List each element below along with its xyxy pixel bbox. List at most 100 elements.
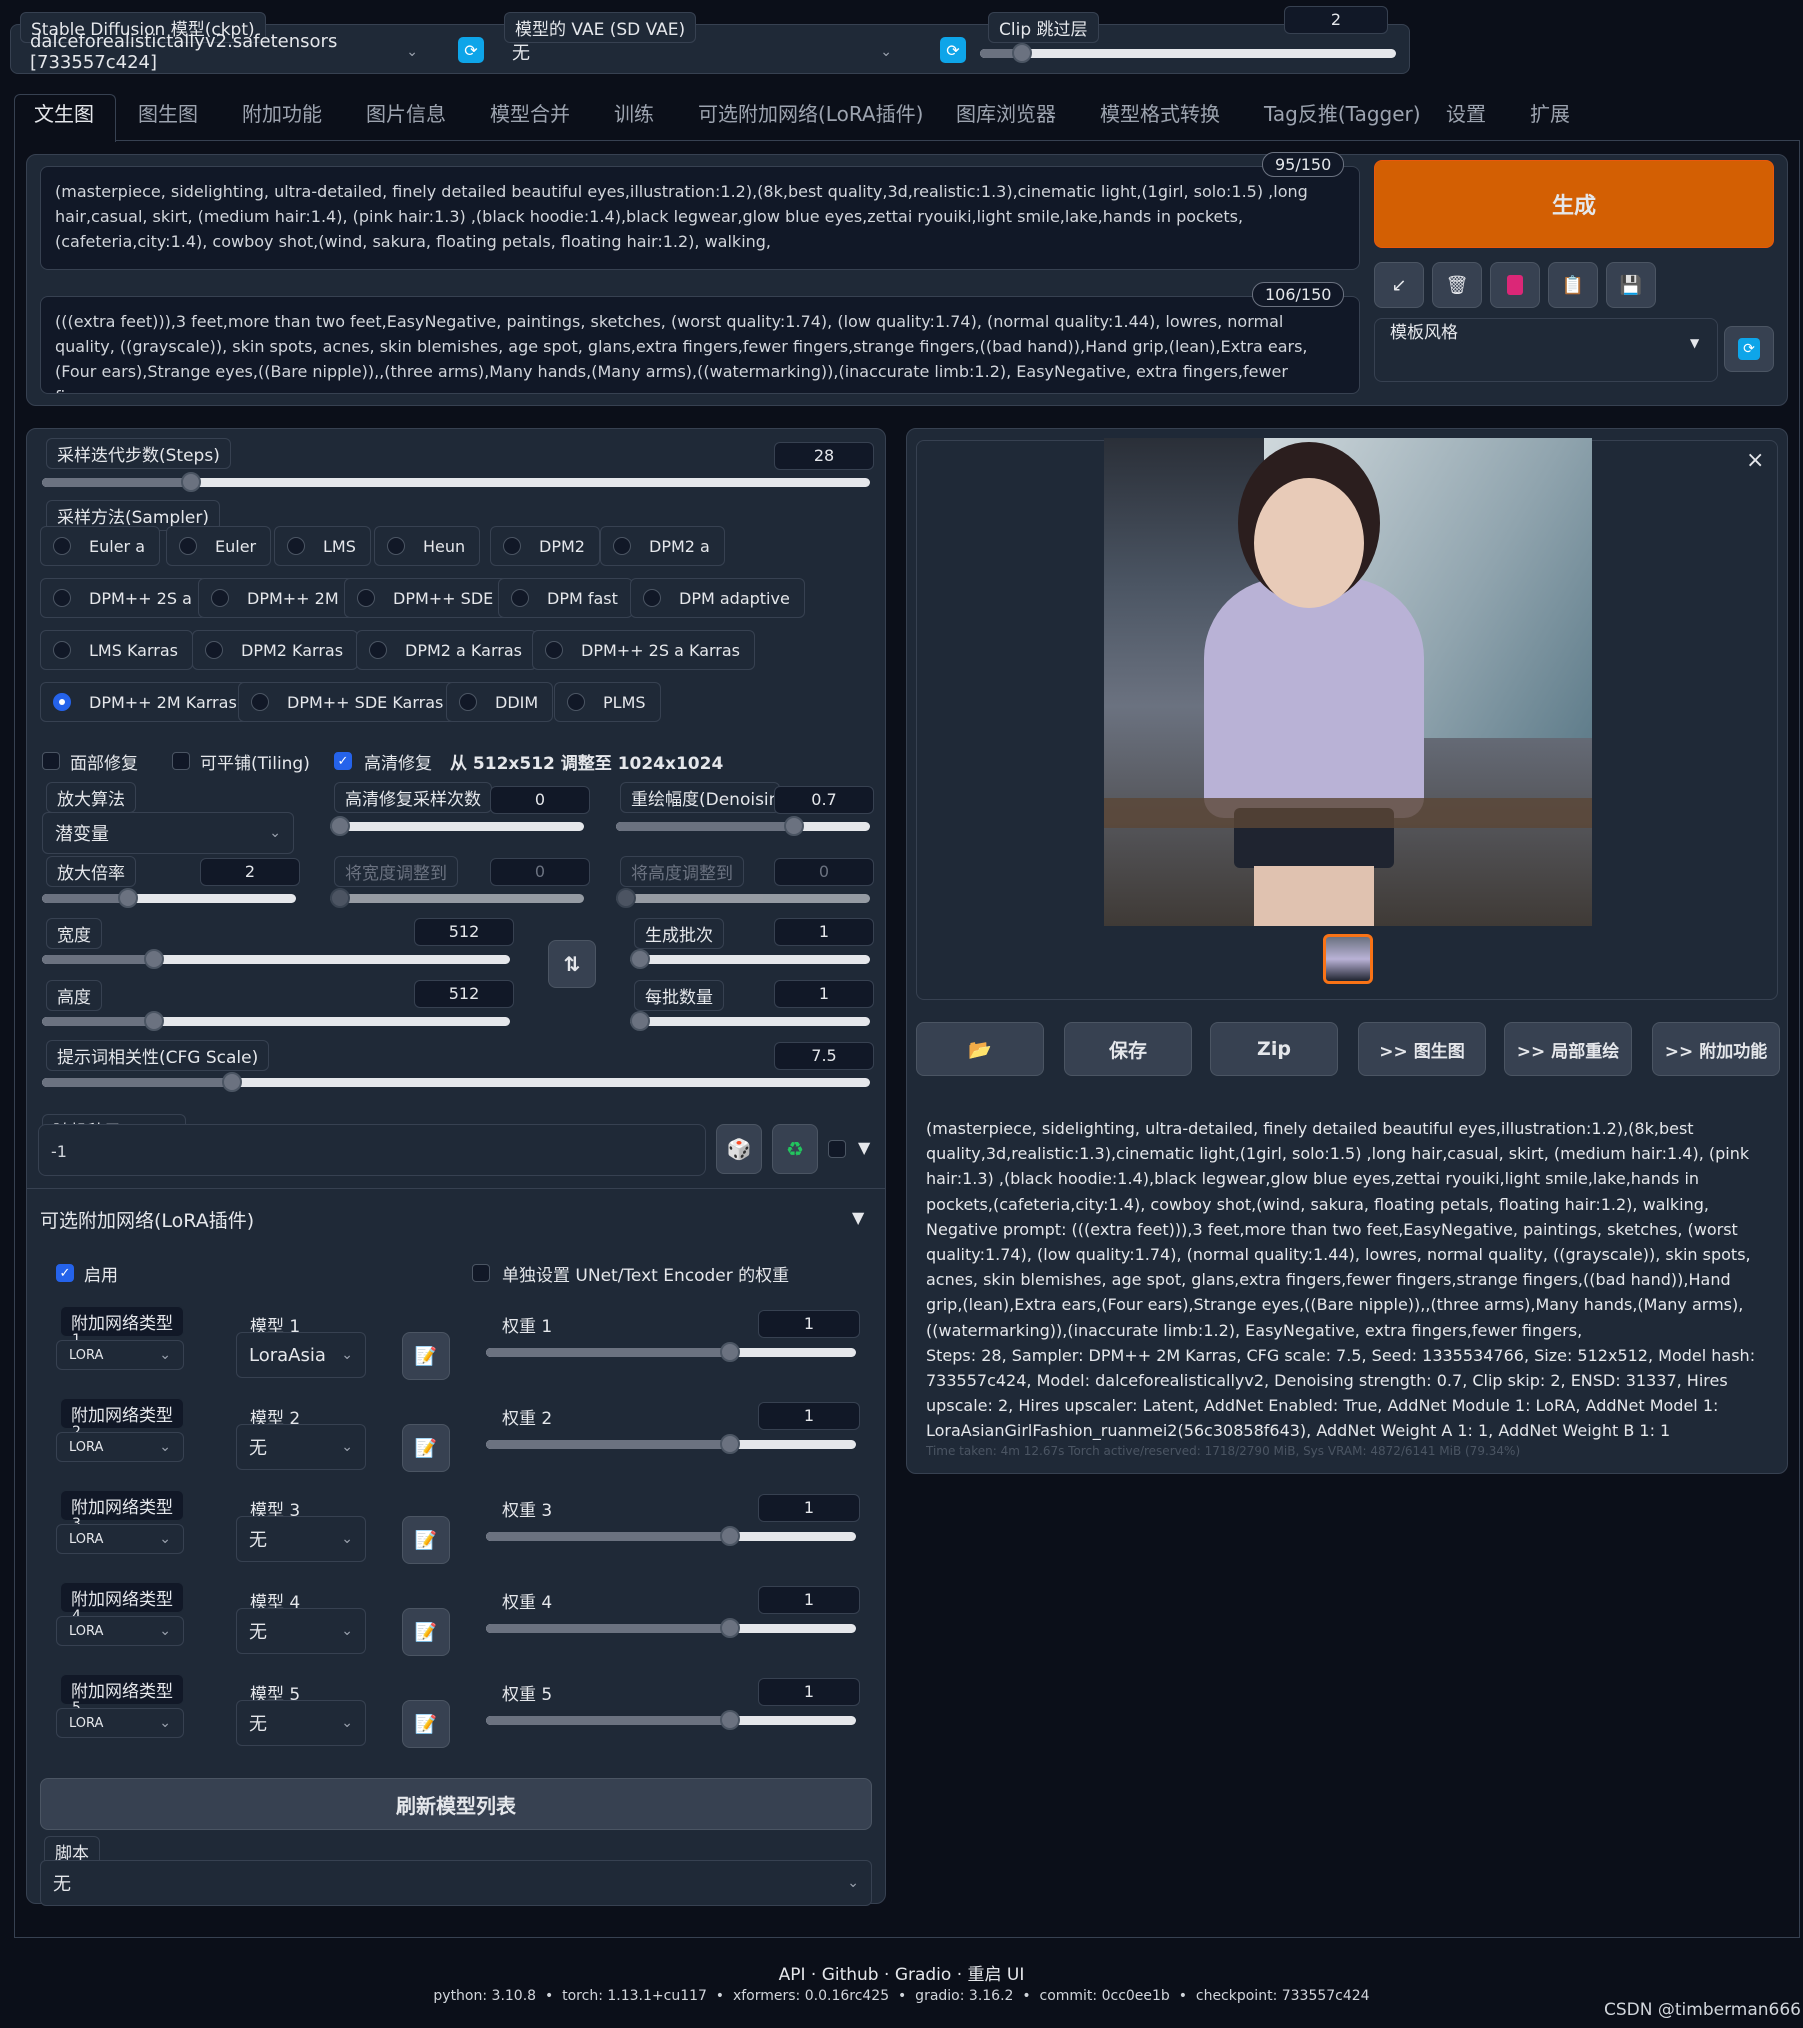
sampler-option[interactable]: DPM++ 2S a Karras xyxy=(532,630,756,670)
refresh-style-icon[interactable]: ⟳ xyxy=(1724,326,1774,372)
lora-title[interactable]: 可选附加网络(LoRA插件) xyxy=(40,1206,254,1233)
edit-doc-icon[interactable]: 📝 xyxy=(402,1424,450,1472)
lora-weight-value[interactable]: 1 xyxy=(758,1494,860,1522)
slider-thumb[interactable] xyxy=(616,888,636,908)
lora-weight-slider[interactable] xyxy=(486,1710,856,1730)
clip-slider[interactable] xyxy=(980,43,1396,63)
lora-weight-value[interactable]: 1 xyxy=(758,1310,860,1338)
resize-h-value[interactable]: 0 xyxy=(774,858,874,886)
tab-0[interactable]: 文生图 xyxy=(34,98,94,127)
tab-2[interactable]: 附加功能 xyxy=(242,98,322,127)
slider-thumb[interactable] xyxy=(330,816,350,836)
footer-links[interactable]: API · Github · Gradio · 重启 UI xyxy=(0,1960,1803,1985)
lora-weight-slider[interactable] xyxy=(486,1434,856,1454)
sampler-option[interactable]: DPM2 a Karras xyxy=(356,630,537,670)
sampler-option[interactable]: DPM adaptive xyxy=(630,578,805,618)
output-button-3[interactable]: >> 局部重绘 xyxy=(1504,1022,1632,1076)
image-thumbnail[interactable] xyxy=(1323,934,1373,984)
vae-select[interactable]: 无 ⌄ xyxy=(500,34,904,70)
sampler-option[interactable]: Euler a xyxy=(40,526,161,566)
lora-weight-value[interactable]: 1 xyxy=(758,1586,860,1614)
lora-type-select[interactable]: LoRA ⌄ xyxy=(56,1340,184,1370)
slider-thumb[interactable] xyxy=(783,816,804,836)
lora-model-select[interactable]: LoraAsia ⌄ xyxy=(236,1332,366,1378)
lora-weight-value[interactable]: 1 xyxy=(758,1678,860,1706)
tab-8[interactable]: 模型格式转换 xyxy=(1100,98,1220,127)
sampler-option[interactable]: PLMS xyxy=(554,682,661,722)
face-restore-checkbox[interactable] xyxy=(42,752,60,770)
negative-prompt-input[interactable]: (((extra feet))),3 feet,more than two fe… xyxy=(40,296,1360,394)
output-button-4[interactable]: >> 附加功能 xyxy=(1652,1022,1780,1076)
upscale-by-slider[interactable] xyxy=(42,888,296,908)
tiling-checkbox[interactable] xyxy=(172,752,190,770)
slider-thumb[interactable] xyxy=(330,888,350,908)
generated-image[interactable] xyxy=(1104,438,1592,926)
sampler-option[interactable]: LMS Karras xyxy=(40,630,193,670)
upscale-by-value[interactable]: 2 xyxy=(200,858,300,886)
height-slider[interactable] xyxy=(42,1011,510,1031)
sampler-option[interactable]: Heun xyxy=(374,526,481,566)
ckpt-select[interactable]: dalceforealistictallyv2.safetensors [733… xyxy=(18,31,430,73)
cfg-slider[interactable] xyxy=(42,1072,870,1092)
sampler-option[interactable]: DPM2 a xyxy=(600,526,725,566)
generate-button[interactable]: 生成 xyxy=(1374,160,1774,248)
slider-thumb[interactable] xyxy=(1011,43,1032,63)
resize-h-slider[interactable] xyxy=(616,888,870,908)
recycle-icon[interactable]: ♻ xyxy=(772,1124,818,1174)
sampler-option[interactable]: DPM2 Karras xyxy=(192,630,359,670)
slider-thumb[interactable] xyxy=(630,949,650,969)
tab-9[interactable]: Tag反推(Tagger) xyxy=(1264,98,1421,127)
tab-10[interactable]: 设置 xyxy=(1446,98,1486,127)
sampler-option[interactable]: DPM++ 2M Karras xyxy=(40,682,252,722)
refresh-model-list-button[interactable]: 刷新模型列表 xyxy=(40,1778,872,1830)
width-value[interactable]: 512 xyxy=(414,918,514,946)
sampler-option[interactable]: DDIM xyxy=(446,682,554,722)
lora-model-select[interactable]: 无 ⌄ xyxy=(236,1424,366,1470)
width-slider[interactable] xyxy=(42,949,510,969)
arrow-icon[interactable]: ↙ xyxy=(1374,262,1424,308)
sampler-option[interactable]: DPM++ SDE xyxy=(344,578,509,618)
lora-model-select[interactable]: 无 ⌄ xyxy=(236,1608,366,1654)
refresh-vae-icon[interactable]: ⟳ xyxy=(940,37,966,63)
lora-separate-checkbox[interactable] xyxy=(472,1264,490,1282)
positive-prompt-input[interactable]: (masterpiece, sidelighting, ultra-detail… xyxy=(40,166,1360,270)
lora-model-select[interactable]: 无 ⌄ xyxy=(236,1516,366,1562)
sampler-option[interactable]: LMS xyxy=(274,526,371,566)
seed-input[interactable]: -1 xyxy=(38,1124,706,1176)
batch-count-value[interactable]: 1 xyxy=(774,918,874,946)
tab-7[interactable]: 图库浏览器 xyxy=(956,98,1056,127)
tab-6[interactable]: 可选附加网络(LoRA插件) xyxy=(698,98,923,127)
lora-type-select[interactable]: LoRA ⌄ xyxy=(56,1432,184,1462)
edit-doc-icon[interactable]: 📝 xyxy=(402,1700,450,1748)
denoise-value[interactable]: 0.7 xyxy=(774,786,874,814)
tab-5[interactable]: 训练 xyxy=(614,98,654,127)
steps-value[interactable]: 28 xyxy=(774,442,874,470)
height-value[interactable]: 512 xyxy=(414,980,514,1008)
hires-steps-value[interactable]: 0 xyxy=(490,786,590,814)
lora-weight-slider[interactable] xyxy=(486,1526,856,1546)
triangle-down-icon[interactable]: ▼ xyxy=(858,1138,870,1157)
tab-4[interactable]: 模型合并 xyxy=(490,98,570,127)
tab-11[interactable]: 扩展 xyxy=(1530,98,1570,127)
tab-1[interactable]: 图生图 xyxy=(138,98,198,127)
refresh-ckpt-icon[interactable]: ⟳ xyxy=(458,37,484,63)
lora-type-select[interactable]: LoRA ⌄ xyxy=(56,1616,184,1646)
sampler-option[interactable]: DPM2 xyxy=(490,526,600,566)
resize-w-slider[interactable] xyxy=(330,888,584,908)
tab-3[interactable]: 图片信息 xyxy=(366,98,446,127)
sampler-option[interactable]: DPM++ SDE Karras xyxy=(238,682,459,722)
clip-value[interactable]: 2 xyxy=(1284,6,1388,34)
lora-type-select[interactable]: LoRA ⌄ xyxy=(56,1708,184,1738)
lora-weight-value[interactable]: 1 xyxy=(758,1402,860,1430)
sampler-option[interactable]: Euler xyxy=(166,526,272,566)
edit-doc-icon[interactable]: 📝 xyxy=(402,1332,450,1380)
cfg-value[interactable]: 7.5 xyxy=(774,1042,874,1070)
resize-w-value[interactable]: 0 xyxy=(490,858,590,886)
clipboard-icon[interactable]: 📋 xyxy=(1548,262,1598,308)
trash-icon[interactable]: 🗑 xyxy=(1432,262,1482,308)
slider-thumb[interactable] xyxy=(630,1011,650,1031)
edit-doc-icon[interactable]: 📝 xyxy=(402,1516,450,1564)
seed-extra-checkbox[interactable] xyxy=(828,1140,846,1158)
steps-slider[interactable] xyxy=(42,472,870,492)
batch-count-slider[interactable] xyxy=(630,949,870,969)
